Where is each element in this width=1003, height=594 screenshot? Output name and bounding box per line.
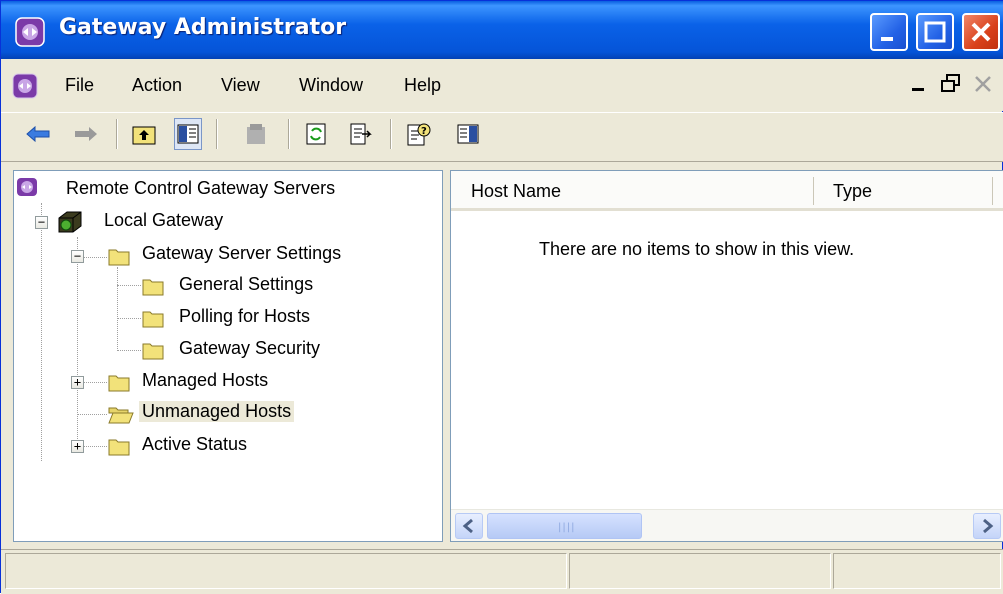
tree-guide-line <box>77 237 78 447</box>
open-folder-icon <box>108 407 134 424</box>
app-icon <box>15 17 45 47</box>
tree-local-gateway-label[interactable]: Local Gateway <box>104 210 223 231</box>
tree-guide-line <box>117 350 141 351</box>
menu-view[interactable]: View <box>221 75 260 96</box>
refresh-button[interactable] <box>302 118 330 150</box>
console-view-icon <box>457 124 479 144</box>
title-bar[interactable]: Gateway Administrator <box>1 1 1003 59</box>
toolbar-separator <box>216 119 218 149</box>
column-header-label: Type <box>833 181 873 201</box>
collapse-local-gateway-toggle[interactable]: − <box>35 216 48 229</box>
menu-file[interactable]: File <box>65 75 94 96</box>
remote-control-gateway-icon <box>17 178 37 196</box>
column-divider[interactable] <box>992 177 993 205</box>
tree-gateway-server-settings-label[interactable]: Gateway Server Settings <box>142 243 341 264</box>
folder-icon <box>108 249 130 266</box>
console-view-button[interactable] <box>454 118 482 150</box>
delete-icon <box>247 124 265 144</box>
local-gateway-icon <box>58 211 82 233</box>
back-button[interactable] <box>24 118 52 150</box>
status-pane-secondary <box>569 553 831 589</box>
tree-managed-hosts-label[interactable]: Managed Hosts <box>142 370 268 391</box>
toolbar-separator <box>116 119 118 149</box>
help-button[interactable]: ? <box>404 118 432 150</box>
tree-polling-for-hosts-label[interactable]: Polling for Hosts <box>179 306 310 327</box>
minimize-icon <box>881 37 893 41</box>
show-hide-tree-icon <box>177 124 199 144</box>
expand-managed-hosts-toggle[interactable]: + <box>71 376 84 389</box>
system-menu-icon[interactable] <box>12 73 38 99</box>
window-title: Gateway Administrator <box>59 15 347 40</box>
scroll-left-button[interactable] <box>455 513 483 539</box>
tree-guide-line <box>77 414 107 415</box>
toolbar-separator <box>288 119 290 149</box>
expand-active-status-toggle[interactable]: + <box>71 440 84 453</box>
column-header-type[interactable]: Type <box>815 171 1003 211</box>
scroll-right-button[interactable] <box>973 513 1001 539</box>
tree-root-label[interactable]: Remote Control Gateway Servers <box>66 178 335 199</box>
refresh-icon <box>306 123 326 145</box>
tree-guide-line <box>117 318 141 319</box>
status-pane-tertiary <box>833 553 1001 589</box>
results-list[interactable]: Host Name Type There are no items to sho… <box>450 170 1003 542</box>
tree-guide-line <box>41 203 42 461</box>
close-button[interactable] <box>962 13 1000 51</box>
column-divider[interactable] <box>813 177 814 205</box>
child-close-icon[interactable] <box>970 71 996 97</box>
tree-general-settings-label[interactable]: General Settings <box>179 274 313 295</box>
forward-icon <box>75 127 97 141</box>
folder-icon <box>108 375 130 392</box>
child-minimize-icon[interactable] <box>906 71 932 97</box>
folder-icon <box>108 439 130 456</box>
horizontal-scrollbar[interactable]: |||| <box>451 509 1003 541</box>
console-tree[interactable]: Remote Control Gateway Servers − Local G… <box>13 170 443 542</box>
menu-action[interactable]: Action <box>132 75 182 96</box>
up-folder-icon <box>132 126 156 145</box>
svg-text:?: ? <box>421 126 427 137</box>
up-one-level-button[interactable] <box>130 118 158 150</box>
tree-gateway-security-label[interactable]: Gateway Security <box>179 338 320 359</box>
tree-active-status-label[interactable]: Active Status <box>142 434 247 455</box>
scrollbar-grip-icon: |||| <box>558 522 576 533</box>
status-pane-main <box>5 553 567 589</box>
menu-help[interactable]: Help <box>404 75 441 96</box>
forward-button[interactable] <box>72 118 100 150</box>
scrollbar-thumb[interactable]: |||| <box>487 513 642 539</box>
folder-icon <box>142 279 164 296</box>
tree-unmanaged-hosts-label[interactable]: Unmanaged Hosts <box>139 401 295 422</box>
folder-icon <box>142 311 164 328</box>
back-icon <box>26 125 50 143</box>
child-restore-icon[interactable] <box>938 71 964 97</box>
delete-button[interactable] <box>242 118 270 150</box>
column-header-host-name[interactable]: Host Name <box>451 171 815 211</box>
help-icon: ? <box>407 123 431 146</box>
main-window: Gateway Administrator File Action View W… <box>0 0 1003 594</box>
tree-guide-line <box>117 267 118 351</box>
maximize-icon <box>924 21 946 43</box>
menu-window[interactable]: Window <box>299 75 363 96</box>
export-list-icon <box>350 123 372 145</box>
collapse-gateway-server-settings-toggle[interactable]: − <box>71 250 84 263</box>
arrow-left-icon <box>462 518 473 534</box>
show-hide-tree-button[interactable] <box>174 118 202 150</box>
close-icon <box>971 22 991 42</box>
column-header-label: Host Name <box>471 181 562 201</box>
arrow-right-icon <box>983 518 994 534</box>
folder-icon <box>142 343 164 360</box>
toolbar-separator <box>390 119 392 149</box>
empty-list-message: There are no items to show in this view. <box>539 239 855 259</box>
tree-guide-line <box>117 285 141 286</box>
minimize-button[interactable] <box>870 13 908 51</box>
export-list-button[interactable] <box>346 118 374 150</box>
maximize-button[interactable] <box>916 13 954 51</box>
